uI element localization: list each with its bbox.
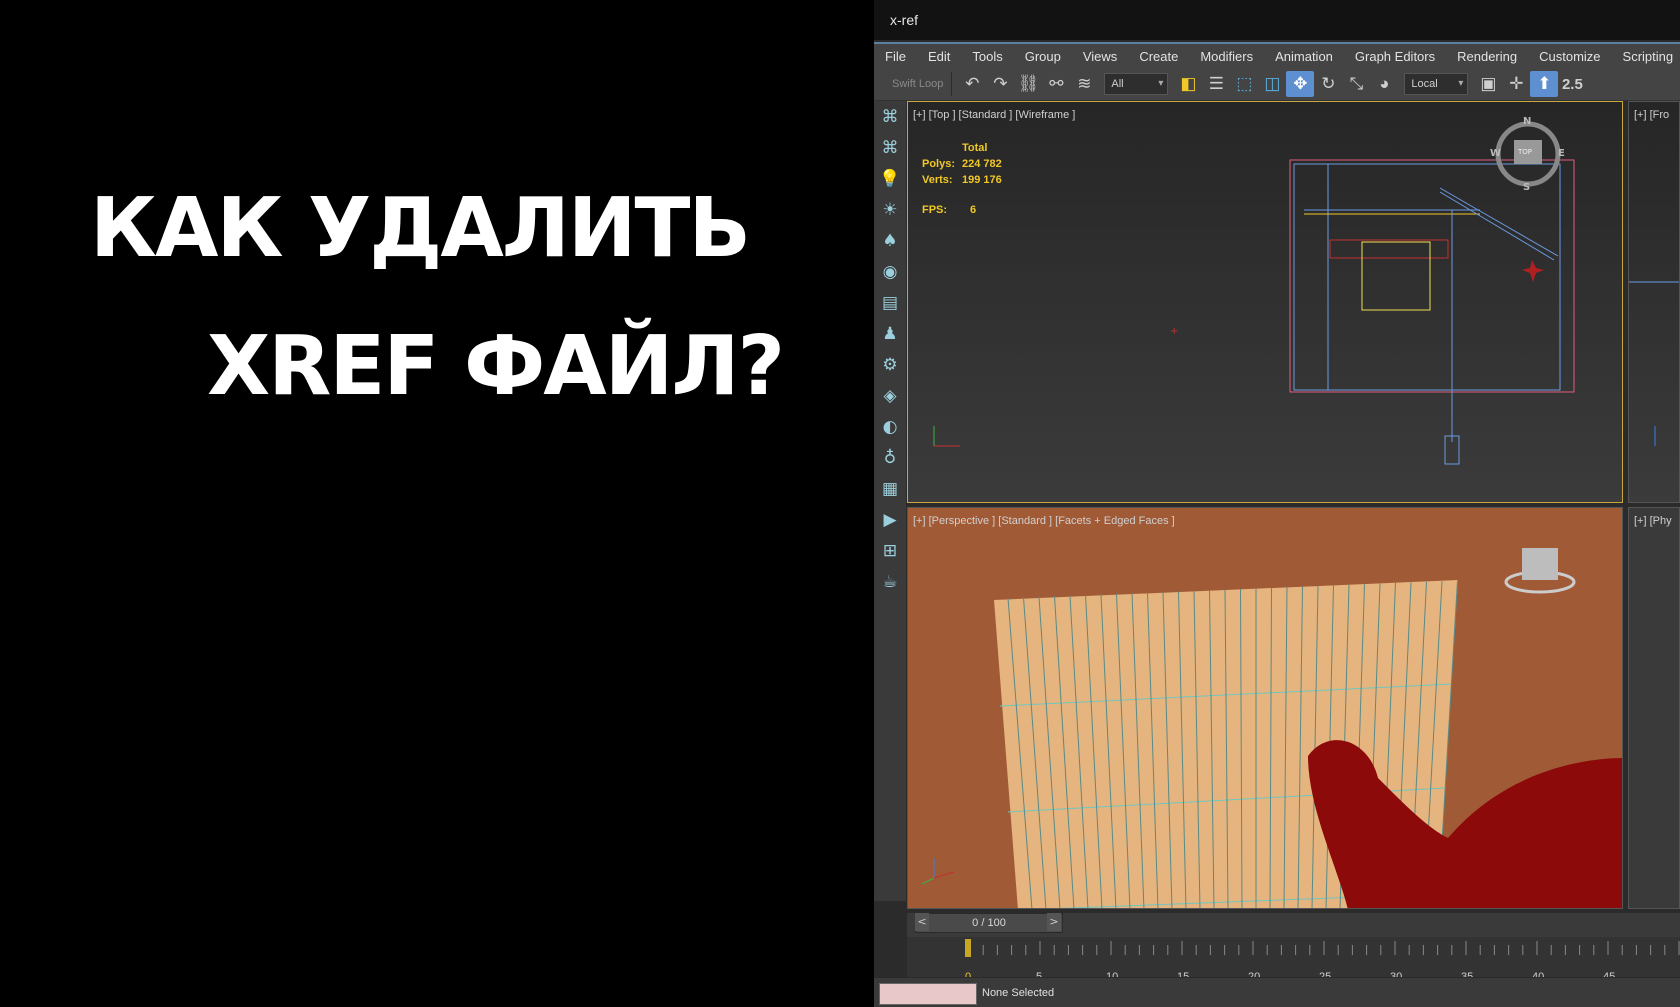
headline-line-1: КАК УДАЛИТЬ: [90, 181, 751, 276]
top-wireframe-drawing: +: [933, 121, 1575, 465]
time-prev-button[interactable]: <: [915, 913, 929, 931]
status-bar: None Selected: [874, 977, 1680, 1007]
menu-file[interactable]: File: [874, 49, 917, 64]
headline-line-2: XREF ФАЙЛ?: [207, 319, 785, 414]
menu-customize[interactable]: Customize: [1528, 49, 1611, 64]
menu-group[interactable]: Group: [1014, 49, 1072, 64]
compass-n-label: N: [1523, 116, 1532, 127]
fps-label: FPS:: [922, 204, 948, 216]
top-diagonal-a: [1439, 187, 1559, 257]
top-yellow-selection: [1361, 241, 1431, 311]
rotate-icon[interactable]: ↻: [1314, 71, 1342, 97]
maxscript-listener-box[interactable]: [879, 983, 977, 1005]
perspective-drawing: [921, 508, 1622, 908]
camera-icon-2[interactable]: ⌘: [874, 132, 906, 163]
top-viewport-label[interactable]: [+] [Top ] [Standard ] [Wireframe ]: [913, 109, 1075, 121]
select-object-icon[interactable]: ◧: [1174, 71, 1202, 97]
menu-rendering[interactable]: Rendering: [1446, 49, 1528, 64]
teapot-icon[interactable]: ☕: [874, 566, 906, 597]
top-red-plant: [1522, 260, 1544, 282]
main-toolbar: Swift Loop ↶ ↷ ⛓ ⚯ ≋ All ◧ ☰ ⬚ ◫ ✥ ↻ ⤡ ◕…: [874, 68, 1680, 101]
menu-create[interactable]: Create: [1128, 49, 1189, 64]
select-by-name-icon[interactable]: ☰: [1202, 71, 1230, 97]
menu-tools[interactable]: Tools: [961, 49, 1013, 64]
menu-animation[interactable]: Animation: [1264, 49, 1344, 64]
snap-toggle-icon[interactable]: 2.5: [1558, 71, 1586, 97]
view-cube-label[interactable]: TOP: [1518, 148, 1532, 156]
menu-modifiers[interactable]: Modifiers: [1189, 49, 1264, 64]
rect-selection-icon[interactable]: ⬚: [1230, 71, 1258, 97]
time-next-button[interactable]: >: [1047, 913, 1061, 931]
tree-icon[interactable]: ♠: [874, 225, 906, 256]
book-icon[interactable]: ▤: [874, 287, 906, 318]
unlink-icon[interactable]: ⚯: [1042, 71, 1070, 97]
camera-icon[interactable]: ⌘: [874, 101, 906, 132]
material-icon[interactable]: ◉: [874, 256, 906, 287]
palette-icon[interactable]: ◐: [874, 411, 906, 442]
layers-icon[interactable]: ◈: [874, 380, 906, 411]
reference-coordinate-dropdown[interactable]: Local: [1404, 73, 1469, 95]
grid-icon[interactable]: ⊞: [874, 535, 906, 566]
verts-value: 199 176: [962, 174, 1002, 186]
scene-statistics: Total Polys: 224 782 Verts: 199 176 FPS: 6: [922, 140, 1002, 218]
viewport-front[interactable]: [+] [Fro: [1628, 101, 1680, 503]
window-crossing-icon[interactable]: ◫: [1258, 71, 1286, 97]
front-drawing: [1629, 281, 1679, 446]
render-icon[interactable]: ▶: [874, 504, 906, 535]
top-diagonal-b: [1439, 191, 1555, 261]
current-frame-marker: [965, 939, 971, 957]
perspective-view-cube: [1522, 548, 1558, 580]
stats-header: Total: [962, 142, 988, 154]
keyboard-shortcut-override-icon[interactable]: ⬆: [1530, 71, 1559, 97]
sun-icon[interactable]: ☀: [874, 194, 906, 225]
left-command-toolbar: ⌘ ⌘ 💡 ☀ ♠ ◉ ▤ ♟ ⚙ ◈ ◐ ♁ ▦ ▶ ⊞ ☕: [874, 101, 906, 901]
menu-bar: File Edit Tools Group Views Create Modif…: [874, 42, 1680, 68]
select-manipulate-icon[interactable]: ✛: [1502, 71, 1530, 97]
bulb-icon[interactable]: ♁: [874, 442, 906, 473]
window-title: x-ref: [874, 0, 1680, 40]
viewport-top[interactable]: + [+] [Top ] [Standard ] [Wireframe ] To…: [907, 101, 1623, 503]
selection-status: None Selected: [982, 987, 1055, 999]
scale-icon[interactable]: ⤡: [1342, 71, 1370, 97]
bind-space-warp-icon[interactable]: ≋: [1070, 71, 1098, 97]
pivot-center-icon[interactable]: ▣: [1474, 71, 1502, 97]
verts-label: Verts:: [922, 174, 953, 186]
compass-e-label: E: [1558, 148, 1565, 159]
menu-graph-editors[interactable]: Graph Editors: [1344, 49, 1446, 64]
compass-w-label: W: [1490, 148, 1502, 159]
undo-icon[interactable]: ↶: [958, 71, 986, 97]
top-room-outline: [1293, 163, 1561, 391]
viewport-physical[interactable]: [+] [Phy: [1628, 507, 1680, 909]
menu-edit[interactable]: Edit: [917, 49, 961, 64]
polys-label: Polys:: [922, 158, 956, 170]
top-red-dot: +: [1170, 326, 1178, 337]
redo-icon[interactable]: ↷: [986, 71, 1014, 97]
link-icon[interactable]: ⛓: [1014, 71, 1042, 97]
light-bulb-icon[interactable]: 💡: [874, 163, 906, 194]
menu-scripting[interactable]: Scripting: [1612, 49, 1680, 64]
gear-icon[interactable]: ⚙: [874, 349, 906, 380]
selection-filter-dropdown[interactable]: All: [1104, 73, 1169, 95]
perspective-viewport-label[interactable]: [+] [Perspective ] [Standard ] [Facets +…: [913, 515, 1175, 527]
swift-loop-label[interactable]: Swift Loop: [874, 72, 953, 96]
compass-s-label: S: [1523, 182, 1531, 193]
fps-value: 6: [970, 204, 977, 216]
time-slider[interactable]: 0 / 100: [915, 913, 1063, 933]
panel-icon[interactable]: ▦: [874, 473, 906, 504]
polys-value: 224 782: [962, 158, 1002, 170]
physical-viewport-label[interactable]: [+] [Phy: [1634, 515, 1672, 527]
app-window: x-ref File Edit Tools Group Views Create…: [874, 0, 1680, 1007]
viewport-perspective[interactable]: [+] [Perspective ] [Standard ] [Facets +…: [907, 507, 1623, 909]
placement-icon[interactable]: ◕: [1370, 71, 1398, 97]
figure-icon[interactable]: ♟: [874, 318, 906, 349]
move-icon[interactable]: ✥: [1286, 71, 1315, 97]
menu-views[interactable]: Views: [1072, 49, 1128, 64]
